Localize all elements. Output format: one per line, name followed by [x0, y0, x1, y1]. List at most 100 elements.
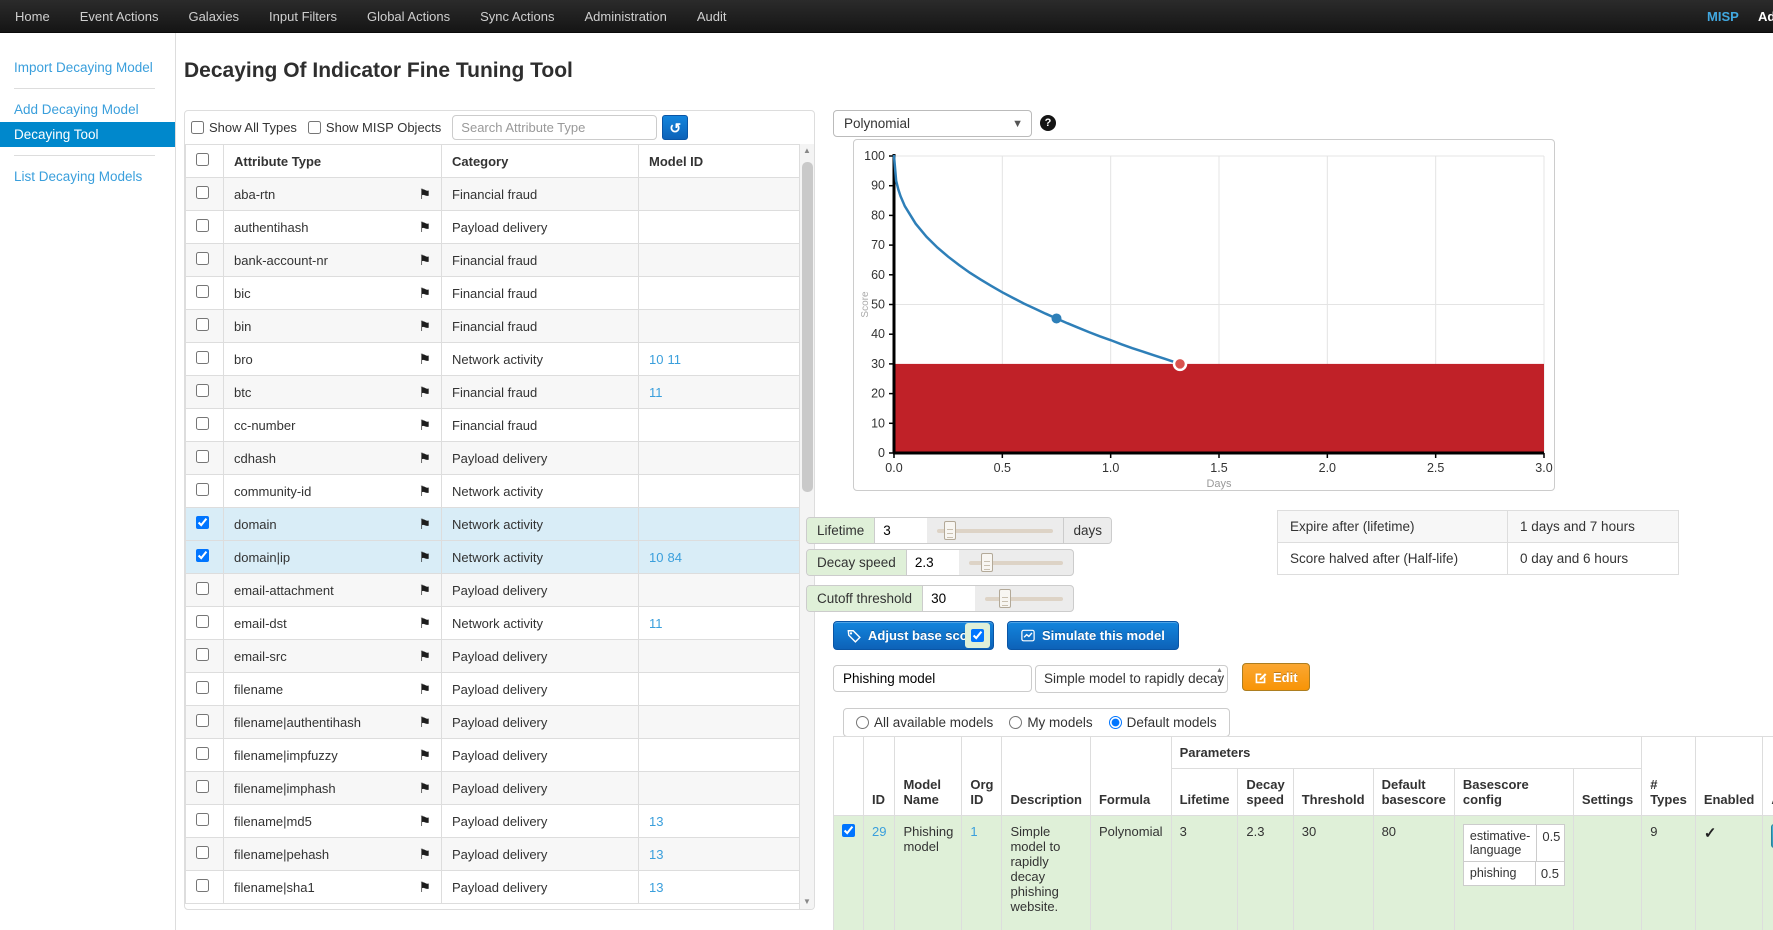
row-checkbox[interactable]	[196, 747, 209, 760]
model-id-link[interactable]: 10	[649, 352, 663, 367]
slider[interactable]	[969, 550, 1063, 575]
adjust-base-score-checkbox[interactable]	[971, 629, 984, 642]
nav-item-event-actions[interactable]: Event Actions	[65, 0, 174, 33]
model-id-link[interactable]: 13	[649, 880, 663, 895]
row-checkbox[interactable]	[196, 813, 209, 826]
table-row[interactable]: ⚑filename|md5Payload delivery13	[186, 805, 800, 838]
model-id-link[interactable]: 84	[667, 550, 681, 565]
slider[interactable]	[985, 586, 1063, 611]
table-row[interactable]: ⚑filename|impfuzzyPayload delivery	[186, 739, 800, 772]
model-id-link[interactable]: 11	[649, 616, 663, 631]
model-id-link[interactable]: 13	[649, 814, 663, 829]
org-id-link[interactable]: 1	[970, 824, 977, 839]
model-filter-default-models[interactable]: Default models	[1109, 715, 1217, 730]
sidebar-item-add-decaying-model[interactable]: Add Decaying Model	[0, 97, 175, 122]
row-checkbox[interactable]	[196, 318, 209, 331]
show-all-types-checkbox[interactable]	[191, 121, 204, 134]
model-id-link[interactable]: 10	[649, 550, 663, 565]
row-checkbox[interactable]	[196, 780, 209, 793]
row-checkbox[interactable]	[196, 681, 209, 694]
table-row[interactable]: ⚑filenamePayload delivery	[186, 673, 800, 706]
sidebar-item-import-decaying-model[interactable]: Import Decaying Model	[0, 55, 175, 80]
nav-item-sync-actions[interactable]: Sync Actions	[465, 0, 569, 33]
slider[interactable]	[937, 518, 1053, 543]
row-checkbox[interactable]	[196, 582, 209, 595]
row-checkbox[interactable]	[196, 549, 209, 562]
slider-handle[interactable]	[981, 553, 993, 572]
table-row[interactable]: ⚑aba-rtnFinancial fraud	[186, 178, 800, 211]
row-checkbox[interactable]	[196, 252, 209, 265]
table-row[interactable]: ⚑filename|sha1Payload delivery13	[186, 871, 800, 904]
sidebar-item-list-decaying-models[interactable]: List Decaying Models	[0, 164, 175, 189]
nav-item-galaxies[interactable]: Galaxies	[173, 0, 254, 33]
misp-brand[interactable]: MISP	[1707, 9, 1739, 24]
lifetime-input[interactable]	[875, 518, 927, 543]
formula-select[interactable]: Polynomial ▼	[833, 110, 1032, 137]
slider-handle[interactable]	[999, 589, 1011, 608]
show-misp-objects-checkbox[interactable]	[308, 121, 321, 134]
table-row[interactable]: ⚑filename|pehashPayload delivery13	[186, 838, 800, 871]
model-id-link[interactable]: 11	[667, 352, 681, 367]
nav-user-menu[interactable]: Admin	[1758, 9, 1773, 24]
table-row[interactable]: ⚑broNetwork activity1011	[186, 343, 800, 376]
row-checkbox[interactable]	[196, 846, 209, 859]
model-filter-all-available-models[interactable]: All available models	[856, 715, 993, 730]
table-row[interactable]: ⚑authentihashPayload delivery	[186, 211, 800, 244]
scrollbar-thumb[interactable]	[802, 162, 813, 492]
row-checkbox[interactable]	[196, 714, 209, 727]
decay-chart-svg[interactable]: 01020304050607080901000.00.51.01.52.02.5…	[854, 140, 1556, 492]
model-filter-my-models[interactable]: My models	[1009, 715, 1092, 730]
select-all-checkbox[interactable]	[196, 153, 209, 166]
nav-item-audit[interactable]: Audit	[682, 0, 742, 33]
scroll-up-icon[interactable]: ▲	[800, 144, 814, 158]
help-icon[interactable]: ?	[1040, 115, 1056, 131]
simulate-model-button[interactable]: Simulate this model	[1007, 621, 1179, 650]
table-row[interactable]: ⚑email-dstNetwork activity11	[186, 607, 800, 640]
row-checkbox[interactable]	[196, 879, 209, 892]
slider-track[interactable]	[985, 597, 1063, 601]
table-row[interactable]: ⚑btcFinancial fraud11	[186, 376, 800, 409]
model-description-textarea[interactable]: Simple model to rapidly decay ▲▼	[1035, 665, 1228, 693]
row-checkbox[interactable]	[196, 219, 209, 232]
radio-input[interactable]	[856, 716, 869, 729]
table-row[interactable]: ⚑filename|imphashPayload delivery	[186, 772, 800, 805]
row-checkbox[interactable]	[196, 351, 209, 364]
table-row[interactable]: ⚑bicFinancial fraud	[186, 277, 800, 310]
radio-input[interactable]	[1109, 716, 1122, 729]
table-row[interactable]: ⚑community-idNetwork activity	[186, 475, 800, 508]
model-checkbox[interactable]	[842, 824, 855, 837]
row-checkbox[interactable]	[196, 186, 209, 199]
table-row[interactable]: ⚑cdhashPayload delivery	[186, 442, 800, 475]
sidebar-item-decaying-tool[interactable]: Decaying Tool	[0, 122, 175, 147]
row-checkbox[interactable]	[196, 417, 209, 430]
slider-handle[interactable]	[944, 521, 956, 540]
table-row[interactable]: ⚑email-attachmentPayload delivery	[186, 574, 800, 607]
table-row[interactable]: ⚑domainNetwork activity	[186, 508, 800, 541]
scroll-down-icon[interactable]: ▼	[800, 895, 814, 909]
table-row[interactable]: ⚑email-srcPayload delivery	[186, 640, 800, 673]
model-id-link[interactable]: 29	[872, 824, 886, 839]
model-id-link[interactable]: 13	[649, 847, 663, 862]
nav-item-administration[interactable]: Administration	[570, 0, 682, 33]
table-row[interactable]: ⚑filename|authentihashPayload delivery	[186, 706, 800, 739]
table-row[interactable]: ⚑bank-account-nrFinancial fraud	[186, 244, 800, 277]
table-row[interactable]: ⚑binFinancial fraud	[186, 310, 800, 343]
row-checkbox[interactable]	[196, 483, 209, 496]
row-checkbox[interactable]	[196, 516, 209, 529]
reset-search-button[interactable]: ↺	[662, 115, 688, 140]
edit-model-button[interactable]: Edit	[1242, 663, 1310, 691]
cutoff-threshold-input[interactable]	[923, 586, 975, 611]
row-checkbox[interactable]	[196, 648, 209, 661]
table-row[interactable]: ⚑domain|ipNetwork activity1084	[186, 541, 800, 574]
search-attribute-input[interactable]	[452, 115, 657, 140]
row-checkbox[interactable]	[196, 285, 209, 298]
nav-item-global-actions[interactable]: Global Actions	[352, 0, 465, 33]
nav-item-home[interactable]: Home	[0, 0, 65, 33]
row-checkbox[interactable]	[196, 384, 209, 397]
textarea-scroll-icons[interactable]: ▲▼	[1214, 667, 1225, 691]
decay-speed-input[interactable]	[907, 550, 959, 575]
model-name-input[interactable]	[833, 665, 1032, 692]
nav-item-input-filters[interactable]: Input Filters	[254, 0, 352, 33]
row-checkbox[interactable]	[196, 615, 209, 628]
table-row[interactable]: ⚑cc-numberFinancial fraud	[186, 409, 800, 442]
